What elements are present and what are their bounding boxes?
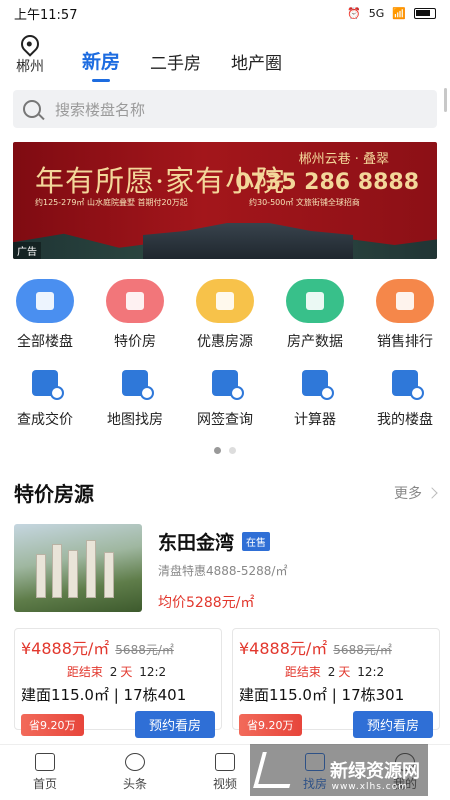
savings-tag: 省9.20万 — [239, 713, 302, 736]
house-yuan-icon — [381, 365, 429, 401]
special-unit-cards: ¥4888元/㎡ 5688元/㎡ 距结束 2天 12:2 建面115.0㎡ | … — [14, 628, 450, 738]
feature-grid: 全部楼盘 特价房 优惠房源 房产数据 销售排行 查成交价 地图找房 网签查询 计… — [0, 279, 450, 429]
price-tag-icon — [106, 279, 164, 323]
location-pin-icon — [17, 31, 43, 57]
more-link[interactable]: 更多 — [394, 483, 438, 503]
property-name: 东田金湾 — [158, 532, 235, 554]
savings-tag: 省9.20万 — [21, 713, 84, 736]
promo-banner[interactable]: 年有所愿·家有小院 郴州云巷 · 叠翠 0735 286 8888 约125-2… — [13, 142, 437, 259]
banner-line2: 约30-500㎡ 文旅街铺全球招商 — [249, 198, 360, 207]
banner-building-image — [143, 223, 353, 259]
unit-price: ¥4888元/㎡ — [21, 639, 110, 658]
grid-item-discount-listings[interactable]: 优惠房源 — [180, 279, 270, 351]
unit-price: ¥4888元/㎡ — [239, 639, 328, 658]
ad-label: 广告 — [13, 242, 41, 259]
status-icons: ⏰ 5G 📶 — [347, 7, 436, 20]
watermark-mark-icon — [253, 752, 299, 788]
unit-spec: 建面115.0㎡ | 17栋401 — [21, 686, 187, 704]
wifi-icon: 📶 — [392, 6, 406, 20]
calculator-icon — [291, 365, 339, 401]
grid-label: 销售排行 — [377, 334, 433, 350]
headlines-icon — [125, 753, 145, 771]
document-search-icon — [201, 365, 249, 401]
alarm-icon: ⏰ — [347, 6, 361, 20]
search-icon — [23, 100, 41, 118]
top-nav: 郴州 新房 二手房 地产圈 — [0, 26, 450, 84]
grid-item-special-price[interactable]: 特价房 — [90, 279, 180, 351]
grid-item-my-properties[interactable]: 我的楼盘 — [360, 365, 450, 429]
grid-label: 查成交价 — [17, 412, 73, 428]
status-bar: 上午11:57 ⏰ 5G 📶 — [0, 0, 450, 26]
grid-label: 房产数据 — [287, 334, 343, 350]
property-average-price: 均价5288元/㎡ — [158, 595, 255, 611]
grid-label: 网签查询 — [197, 412, 253, 428]
special-unit-card[interactable]: ¥4888元/㎡ 5688元/㎡ 距结束 2天 12:2 建面115.0㎡ | … — [14, 628, 222, 738]
unit-spec: 建面115.0㎡ | 17栋301 — [239, 686, 405, 704]
countdown: 距结束 2天 12:2 — [66, 665, 167, 679]
property-description: 清盘特惠4888-5288/㎡ — [158, 564, 288, 578]
special-listings-header: 特价房源 更多 — [0, 478, 450, 507]
grid-label: 计算器 — [294, 412, 336, 428]
grid-item-property-data[interactable]: 房产数据 — [270, 279, 360, 351]
property-item[interactable]: 东田金湾 在售 清盘特惠4888-5288/㎡ 均价5288元/㎡ — [14, 524, 436, 612]
property-info: 东田金湾 在售 清盘特惠4888-5288/㎡ 均价5288元/㎡ — [158, 524, 287, 612]
scrollbar[interactable] — [444, 88, 447, 112]
grid-item-all-properties[interactable]: 全部楼盘 — [0, 279, 90, 351]
grid-item-map-search[interactable]: 地图找房 — [90, 365, 180, 429]
grid-label: 我的楼盘 — [377, 412, 433, 428]
video-icon — [215, 753, 235, 771]
city-label: 郴州 — [16, 59, 44, 75]
book-viewing-button[interactable]: 预约看房 — [134, 711, 215, 738]
status-badge: 在售 — [242, 532, 271, 551]
grid-item-sales-ranking[interactable]: 销售排行 — [360, 279, 450, 351]
grid-label: 优惠房源 — [197, 334, 253, 350]
grid-label: 全部楼盘 — [17, 334, 73, 350]
tab-headlines[interactable]: 头条 — [90, 745, 180, 800]
trophy-icon — [376, 279, 434, 323]
chevron-right-icon — [426, 486, 438, 499]
page-dot-active — [214, 447, 221, 454]
banner-phone: 0735 286 8888 — [235, 170, 419, 195]
property-image — [14, 524, 142, 612]
original-price: 5688元/㎡ — [115, 643, 174, 657]
bar-chart-icon — [286, 279, 344, 323]
countdown: 距结束 2天 12:2 — [284, 665, 385, 679]
search-bar[interactable]: 搜索楼盘名称 — [13, 90, 437, 128]
page-dot — [229, 447, 236, 454]
home-icon — [16, 279, 74, 323]
map-search-icon — [111, 365, 159, 401]
coupon-icon — [196, 279, 254, 323]
search-placeholder: 搜索楼盘名称 — [55, 100, 146, 119]
grid-label: 特价房 — [114, 334, 156, 350]
grid-item-transaction-price[interactable]: 查成交价 — [0, 365, 90, 429]
special-unit-card[interactable]: ¥4888元/㎡ 5688元/㎡ 距结束 2天 12:2 建面115.0㎡ | … — [232, 628, 440, 738]
watermark-logo: 新绿资源网 www.xlhs.com — [250, 744, 428, 796]
status-time: 上午11:57 — [14, 7, 78, 23]
watermark-text: 新绿资源网 — [330, 761, 420, 782]
battery-icon — [414, 7, 436, 19]
gavel-icon — [21, 365, 69, 401]
page-indicator — [0, 447, 450, 454]
tab-real-estate-circle[interactable]: 地产圈 — [231, 49, 282, 76]
tab-second-hand[interactable]: 二手房 — [150, 49, 201, 76]
original-price: 5688元/㎡ — [333, 643, 392, 657]
banner-line1: 约125-279㎡ 山水庭院叠墅 首期付20万起 — [35, 198, 188, 207]
network-label: 5G — [368, 6, 385, 20]
tab-home[interactable]: 首页 — [0, 745, 90, 800]
watermark-url: www.xlhs.com — [331, 782, 408, 792]
grid-item-calculator[interactable]: 计算器 — [270, 365, 360, 429]
banner-brand: 郴州云巷 · 叠翠 — [298, 152, 389, 167]
grid-label: 地图找房 — [107, 412, 163, 428]
city-selector[interactable]: 郴州 — [12, 31, 48, 76]
grid-item-contract-query[interactable]: 网签查询 — [180, 365, 270, 429]
book-viewing-button[interactable]: 预约看房 — [352, 711, 433, 738]
more-label: 更多 — [394, 485, 422, 502]
section-title: 特价房源 — [14, 482, 94, 506]
tab-new-homes[interactable]: 新房 — [82, 47, 120, 76]
home-icon — [35, 753, 55, 771]
